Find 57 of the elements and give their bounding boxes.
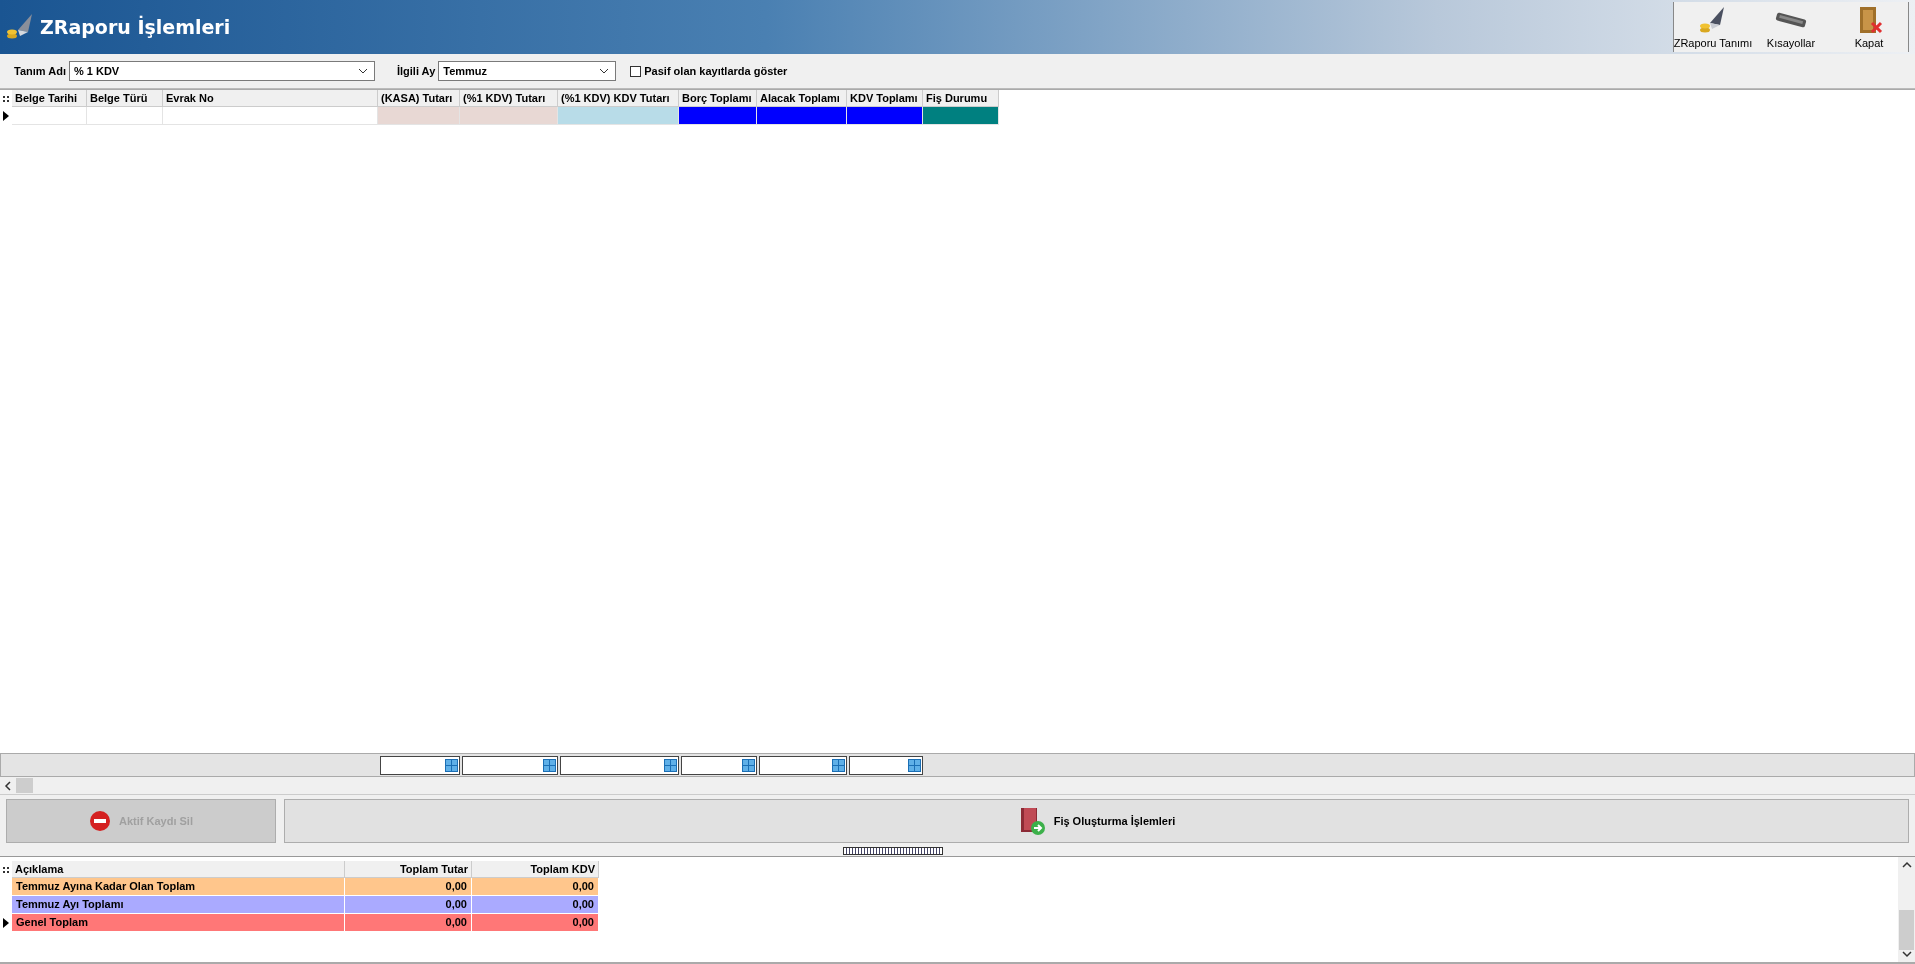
table-cell: Genel Toplam xyxy=(12,914,345,932)
row-pointer-icon xyxy=(3,918,9,928)
field-label: İlgili Ay xyxy=(396,65,436,77)
total-field[interactable] xyxy=(462,755,558,775)
column-header[interactable]: (%1 KDV) KDV Tutarı xyxy=(558,90,679,107)
grip-icon xyxy=(3,94,9,103)
column-header[interactable]: Evrak No xyxy=(163,90,378,107)
splitter-handle[interactable] xyxy=(842,846,943,855)
column-header[interactable]: Toplam Tutar xyxy=(345,861,472,878)
grip-icon xyxy=(3,865,9,874)
column-header[interactable]: Borç Toplamı xyxy=(679,90,757,107)
table-cell: 0,00 xyxy=(472,896,599,914)
window-title: ZRaporu İşlemleri xyxy=(40,16,231,38)
total-field[interactable] xyxy=(380,755,460,775)
column-header[interactable]: Fiş Durumu xyxy=(923,90,999,107)
action-button[interactable]: Fiş Oluşturma İşlemleri xyxy=(284,799,1909,843)
column-header[interactable]: KDV Toplamı xyxy=(847,90,923,107)
scroll-thumb[interactable] xyxy=(16,778,33,793)
table-cell: Temmuz Ayı Toplamı xyxy=(12,896,345,914)
column-header[interactable]: (KASA) Tutarı xyxy=(378,90,460,107)
definition-dropdown[interactable]: % 1 KDV xyxy=(68,61,375,81)
column-header[interactable]: Açıklama xyxy=(12,861,345,878)
toolbar-button[interactable]: Kısayollar xyxy=(1752,2,1830,52)
column-header[interactable]: Belge Tarihi xyxy=(12,90,87,107)
calculator-icon xyxy=(445,758,458,772)
total-field[interactable] xyxy=(759,755,847,775)
scroll-down-icon xyxy=(1901,950,1912,958)
table-cell: 0,00 xyxy=(345,914,472,932)
calculator-icon xyxy=(543,758,556,772)
column-header[interactable]: Alacak Toplamı xyxy=(757,90,847,107)
total-field[interactable] xyxy=(681,755,757,775)
column-header[interactable]: (%1 KDV) Tutarı xyxy=(460,90,558,107)
calculator-icon xyxy=(664,758,677,772)
vertical-scrollbar[interactable] xyxy=(1898,857,1915,962)
chevron-down-icon xyxy=(357,68,368,74)
no-entry-icon xyxy=(89,810,111,832)
total-field[interactable] xyxy=(560,755,679,775)
toolbar-button[interactable]: ZRaporu Tanımı xyxy=(1674,2,1752,52)
horizontal-scrollbar[interactable] xyxy=(0,777,1915,795)
table-cell: 0,00 xyxy=(472,914,599,932)
table-cell: Temmuz Ayına Kadar Olan Toplam xyxy=(12,878,345,896)
column-header[interactable]: Toplam KDV xyxy=(472,861,599,878)
calculator-icon xyxy=(908,758,921,772)
column-header[interactable]: Belge Türü xyxy=(87,90,163,107)
table-cell: 0,00 xyxy=(472,878,599,896)
table-cell: 0,00 xyxy=(345,878,472,896)
passive-checkbox[interactable]: Pasif olan kayıtlarda göster xyxy=(630,65,788,77)
scroll-up-icon xyxy=(1901,861,1912,869)
table-cell: 0,00 xyxy=(345,896,472,914)
month-dropdown[interactable]: Temmuz xyxy=(438,61,617,81)
calculator-icon xyxy=(832,758,845,772)
chevron-down-icon xyxy=(599,68,610,74)
calculator-icon xyxy=(742,758,755,772)
total-field[interactable] xyxy=(849,755,923,775)
toolbar-button[interactable]: Kapat xyxy=(1830,2,1908,52)
field-label: Tanım Adı xyxy=(14,65,66,77)
row-pointer-icon xyxy=(3,111,9,121)
